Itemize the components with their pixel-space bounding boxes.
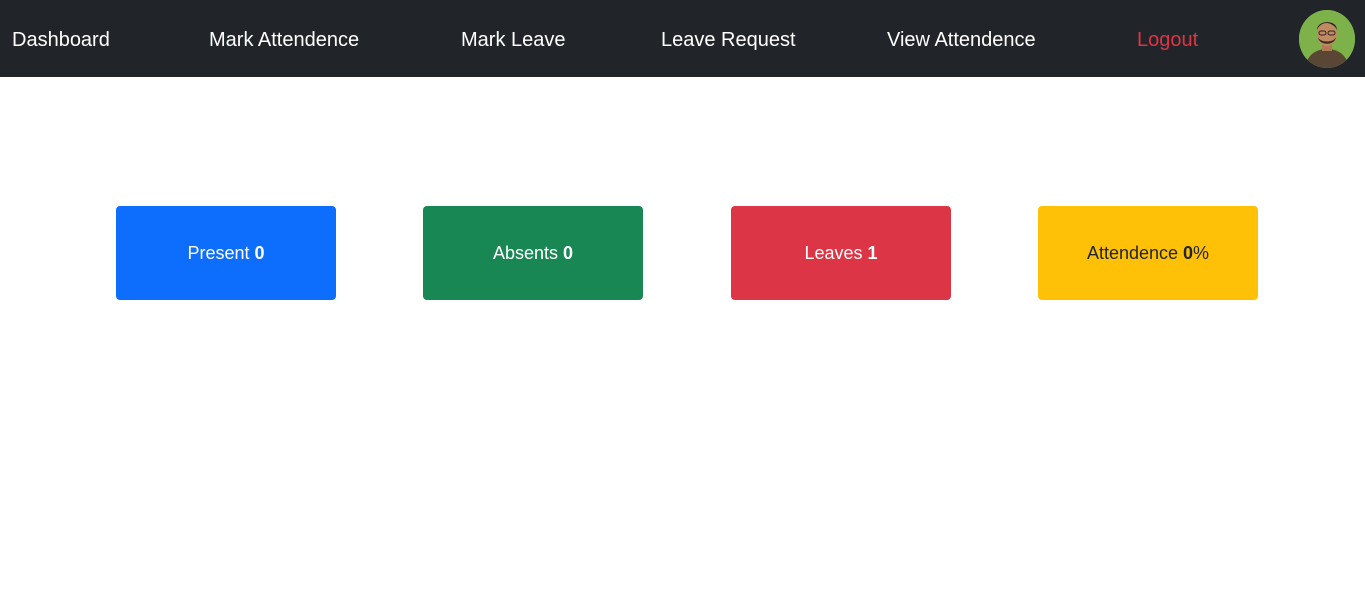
- leaves-label: Leaves: [804, 242, 863, 263]
- nav-link-mark-leave[interactable]: Mark Leave: [461, 27, 566, 53]
- nav-link-mark-attendence[interactable]: Mark Attendence: [209, 27, 359, 53]
- attendence-percent-suffix: %: [1193, 242, 1210, 263]
- user-avatar-icon: [1299, 10, 1355, 68]
- nav-link-leave-request[interactable]: Leave Request: [661, 27, 796, 53]
- attendence-stat-card: Attendence 0%: [1038, 206, 1258, 300]
- present-value: 0: [254, 242, 265, 263]
- absents-value: 0: [563, 242, 574, 263]
- nav-link-dashboard[interactable]: Dashboard: [12, 27, 110, 53]
- user-avatar[interactable]: [1299, 10, 1355, 68]
- leaves-stat-card: Leaves 1: [731, 206, 951, 300]
- present-stat-card: Present 0: [116, 206, 336, 300]
- attendence-value: 0: [1183, 242, 1194, 263]
- nav-link-view-attendence[interactable]: View Attendence: [887, 27, 1036, 53]
- present-label: Present: [187, 242, 250, 263]
- leaves-value: 1: [867, 242, 878, 263]
- absents-label: Absents: [492, 242, 559, 263]
- attendence-label: Attendence: [1086, 242, 1179, 263]
- absents-stat-card: Absents 0: [423, 206, 643, 300]
- top-navbar: Dashboard Mark Attendence Mark Leave Lea…: [0, 0, 1365, 77]
- nav-link-logout[interactable]: Logout: [1137, 27, 1198, 53]
